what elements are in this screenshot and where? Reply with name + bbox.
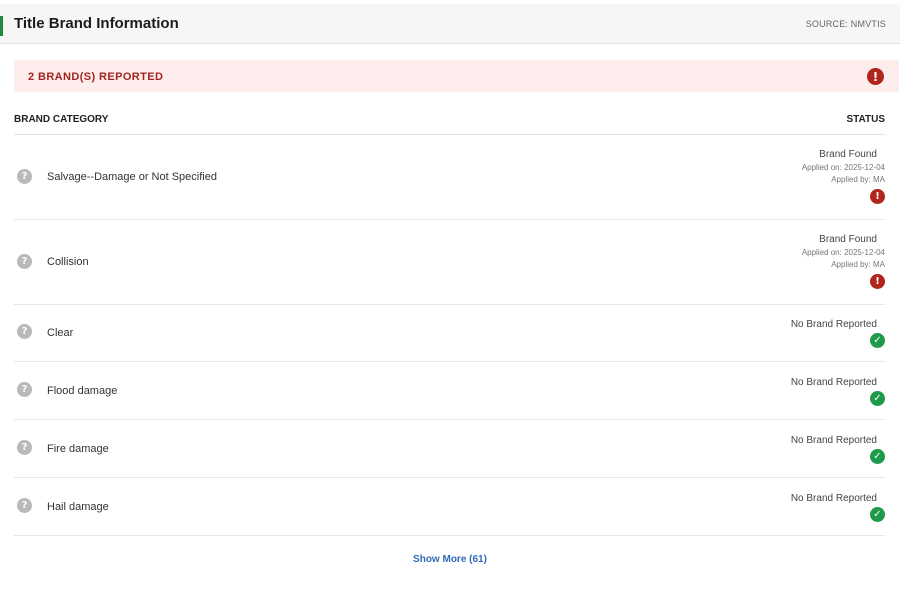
brand-row: ? Hail damage No Brand Reported ✓ (14, 478, 885, 536)
check-circle-icon: ✓ (870, 333, 885, 348)
brand-status: Brand Found Applied on: 2025-12-04 Appli… (802, 149, 885, 204)
show-more-container: Show More (61) (0, 549, 900, 567)
alert-text: 2 BRAND(S) REPORTED (28, 71, 164, 83)
brand-label: Fire damage (47, 443, 109, 455)
exclamation-circle-icon: ! (870, 274, 885, 289)
exclamation-circle-icon: ! (867, 68, 884, 85)
check-circle-icon: ✓ (870, 507, 885, 522)
brand-label: Clear (47, 327, 74, 339)
brand-row: ? Collision Brand Found Applied on: 2025… (14, 220, 885, 305)
brands-reported-alert: 2 BRAND(S) REPORTED ! (14, 60, 899, 92)
question-circle-icon[interactable]: ? (17, 324, 32, 339)
brand-row: ? Flood damage No Brand Reported ✓ (14, 362, 885, 420)
source-label: SOURCE: NMVTIS (805, 19, 886, 29)
question-circle-icon[interactable]: ? (17, 498, 32, 513)
status-text: No Brand Reported (790, 435, 877, 446)
status-text: No Brand Reported (790, 493, 877, 504)
check-circle-icon: ✓ (870, 449, 885, 464)
brand-status: Brand Found Applied on: 2025-12-04 Appli… (802, 234, 885, 289)
status-text: No Brand Reported (790, 377, 877, 388)
show-more-link[interactable]: Show More (61) (413, 554, 487, 565)
applied-by: Applied by: MA (831, 260, 885, 269)
header-accent-bar (0, 16, 3, 36)
brand-status: No Brand Reported ✓ (791, 435, 885, 464)
brand-status: No Brand Reported ✓ (791, 377, 885, 406)
question-circle-icon[interactable]: ? (17, 254, 32, 269)
applied-on: Applied on: 2025-12-04 (801, 163, 885, 172)
column-status: STATUS (846, 114, 885, 125)
brand-list: ? Salvage--Damage or Not Specified Brand… (14, 135, 885, 536)
brand-status: No Brand Reported ✓ (791, 493, 885, 522)
brand-label: Salvage--Damage or Not Specified (47, 171, 217, 183)
brand-row: ? Salvage--Damage or Not Specified Brand… (14, 135, 885, 220)
brand-status: No Brand Reported ✓ (791, 319, 885, 348)
panel-header: Title Brand Information SOURCE: NMVTIS (0, 4, 900, 44)
applied-on: Applied on: 2025-12-04 (801, 248, 885, 257)
applied-by: Applied by: MA (831, 175, 885, 184)
brand-row: ? Clear No Brand Reported ✓ (14, 305, 885, 362)
brand-row: ? Fire damage No Brand Reported ✓ (14, 420, 885, 478)
brand-label: Collision (47, 256, 89, 268)
column-header: BRAND CATEGORY STATUS (14, 114, 885, 135)
status-text: No Brand Reported (790, 319, 877, 330)
exclamation-circle-icon: ! (870, 189, 885, 204)
check-circle-icon: ✓ (870, 391, 885, 406)
status-text: Brand Found (819, 234, 877, 245)
column-brand-category: BRAND CATEGORY (14, 114, 109, 125)
brand-label: Hail damage (47, 501, 109, 513)
status-text: Brand Found (819, 149, 877, 160)
question-circle-icon[interactable]: ? (17, 382, 32, 397)
panel-title: Title Brand Information (14, 15, 179, 32)
question-circle-icon[interactable]: ? (17, 169, 32, 184)
brand-label: Flood damage (47, 385, 118, 397)
question-circle-icon[interactable]: ? (17, 440, 32, 455)
